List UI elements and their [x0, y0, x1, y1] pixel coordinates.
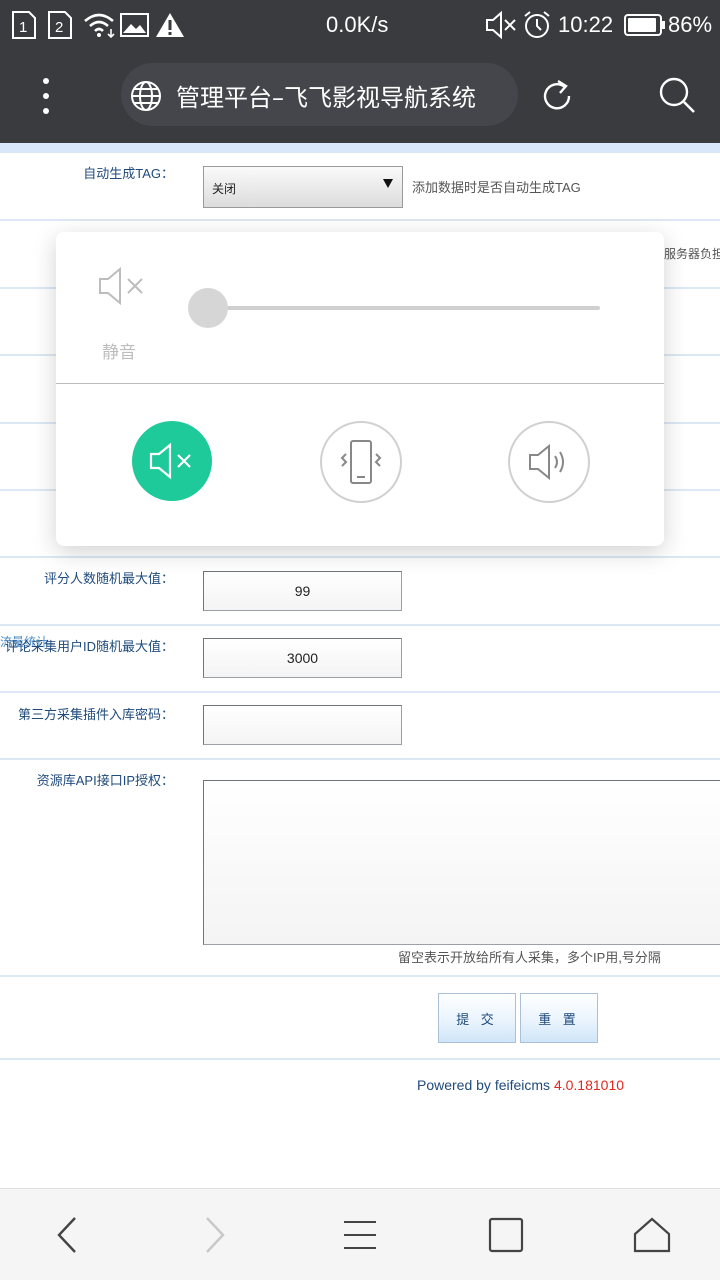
row-divider — [0, 219, 720, 221]
menu-button[interactable] — [320, 1189, 400, 1281]
forward-button[interactable] — [174, 1189, 254, 1281]
svg-text:1: 1 — [19, 19, 27, 36]
back-button[interactable] — [28, 1189, 108, 1281]
auto-tag-value: 关闭 — [212, 182, 237, 196]
wifi-icon — [83, 0, 117, 50]
partial-hint: 服务器负担 — [664, 247, 720, 261]
browser-toolbar: 管理平台–飞飞影视导航系统 — [0, 50, 720, 143]
row-divider — [0, 691, 720, 693]
mute-speaker-icon — [96, 266, 148, 310]
mute-label: 静音 — [102, 343, 136, 363]
browser-nav-bar — [0, 1188, 720, 1280]
mute-mode-icon — [149, 442, 191, 480]
image-icon — [120, 0, 150, 50]
warning-icon — [155, 0, 185, 50]
mute-icon — [484, 0, 518, 50]
sim2-icon: 2 — [46, 0, 76, 50]
plugin-password-label: 第三方采集插件入库密码： — [17, 707, 174, 722]
search-icon[interactable] — [656, 74, 698, 120]
battery-percent: 86% — [668, 12, 713, 37]
volume-panel: 静音 — [56, 232, 664, 546]
page-top-border — [0, 143, 720, 153]
auto-tag-select[interactable]: 关闭 — [203, 166, 403, 208]
menu-dots-icon[interactable] — [28, 74, 64, 118]
row-divider — [0, 1058, 720, 1060]
auto-tag-label: 自动生成TAG： — [83, 166, 174, 181]
mode-vibrate-button[interactable] — [320, 421, 402, 503]
row-divider — [0, 556, 720, 558]
comment-uid-max-input[interactable]: 3000 — [203, 638, 402, 678]
speaker-icon — [529, 443, 564, 481]
page-title: 管理平台–飞飞影视导航系统 — [176, 84, 476, 112]
home-icon — [633, 1217, 671, 1253]
submit-button[interactable]: 提 交 — [438, 993, 516, 1043]
refresh-icon[interactable] — [538, 77, 576, 119]
tabs-button[interactable] — [466, 1189, 546, 1281]
api-ip-textarea[interactable] — [203, 780, 720, 945]
network-speed: 0.0K/s — [326, 12, 389, 37]
home-button[interactable] — [612, 1189, 692, 1281]
back-icon — [57, 1217, 76, 1253]
dropdown-arrow-icon — [382, 177, 394, 192]
tabs-icon — [488, 1217, 524, 1253]
row-divider — [0, 624, 720, 626]
volume-slider-track[interactable] — [208, 306, 600, 310]
version: 4.0.181010 — [553, 1077, 625, 1093]
battery-icon — [624, 0, 666, 50]
row-divider — [0, 975, 720, 977]
comment-uid-max-label: 评论采集用户ID随机最大值： — [4, 639, 174, 654]
clock: 10:22 — [558, 12, 614, 37]
api-ip-label: 资源库API接口IP授权： — [36, 773, 174, 788]
auto-tag-hint: 添加数据时是否自动生成TAG — [412, 180, 581, 195]
panel-divider — [56, 383, 664, 384]
rating-max-input[interactable]: 99 — [203, 571, 402, 611]
volume-slider-thumb[interactable] — [188, 288, 228, 328]
alarm-icon — [522, 0, 552, 50]
forward-icon — [206, 1217, 225, 1253]
menu-icon — [344, 1221, 376, 1249]
footer: Powered by feifeicms 4.0.181010 — [417, 1077, 624, 1093]
mode-mute-button[interactable] — [132, 421, 212, 501]
status-bar: 1 2 0.0K/s 10:22 86% — [0, 0, 720, 50]
svg-text:2: 2 — [55, 19, 63, 36]
reset-button[interactable]: 重 置 — [520, 993, 598, 1043]
vibrate-icon — [340, 440, 382, 484]
plugin-password-input[interactable] — [203, 705, 402, 745]
powered-by: Powered by feifeicms — [417, 1077, 551, 1093]
api-ip-hint: 留空表示开放给所有人采集，多个IP用,号分隔 — [398, 950, 661, 965]
mode-sound-button[interactable] — [508, 421, 590, 503]
rating-max-label: 评分人数随机最大值： — [43, 571, 174, 586]
row-divider — [0, 758, 720, 760]
globe-icon — [130, 80, 162, 116]
sim1-icon: 1 — [10, 0, 40, 50]
